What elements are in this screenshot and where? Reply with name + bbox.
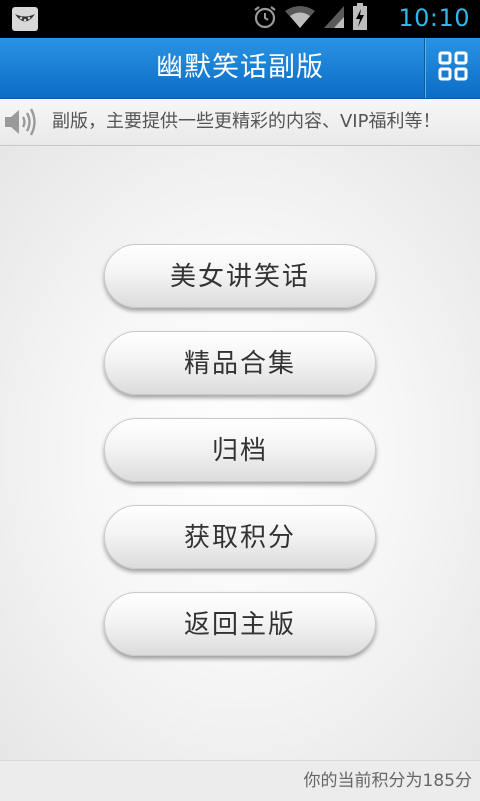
speaker-icon <box>4 107 40 137</box>
title-bar: 幽默笑话副版 <box>0 38 480 99</box>
collection-button[interactable]: 精品合集 <box>104 331 376 395</box>
earn-points-button[interactable]: 获取积分 <box>104 505 376 569</box>
footer-bar: 你的当前积分为185分 <box>0 760 480 801</box>
notice-bar: 副版，主要提供一些更精彩的内容、VIP福利等！ <box>0 99 480 146</box>
points-status: 你的当前积分为185分 <box>303 771 472 791</box>
archive-button[interactable]: 归档 <box>104 418 376 482</box>
status-bar: 10:10 <box>0 0 480 38</box>
battery-charging-icon <box>352 3 368 35</box>
app-notification-icon <box>12 7 38 31</box>
return-main-button[interactable]: 返回主版 <box>104 592 376 656</box>
main-menu-area: 美女讲笑话 精品合集 归档 获取积分 返回主版 <box>0 146 480 760</box>
menu-grid-button[interactable] <box>425 38 480 98</box>
signal-icon <box>322 4 346 34</box>
beauty-jokes-button[interactable]: 美女讲笑话 <box>104 244 376 308</box>
notice-text: 副版，主要提供一些更精彩的内容、VIP福利等！ <box>52 111 441 132</box>
alarm-icon <box>252 4 278 34</box>
wifi-icon <box>284 4 316 34</box>
page-title: 幽默笑话副版 <box>156 52 324 83</box>
clock: 10:10 <box>398 4 470 32</box>
status-icons <box>252 3 368 35</box>
grid-icon <box>438 51 468 85</box>
